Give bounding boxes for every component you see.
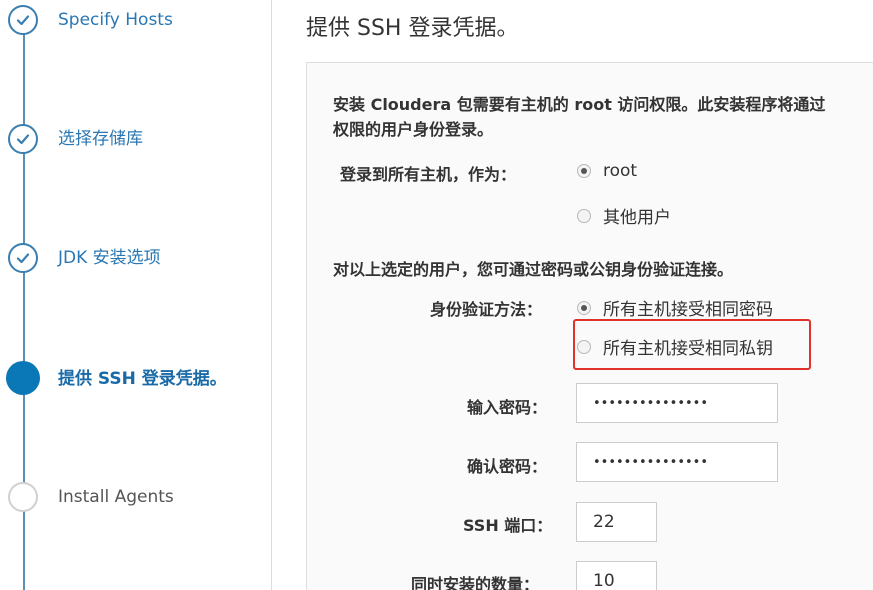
password-input[interactable]: ••••••••••••••• <box>576 383 778 423</box>
wizard-sidebar: Specify Hosts 选择存储库 JDK 安装选项 提供 SSH 登录凭据… <box>0 0 272 590</box>
simultaneous-installs-label: 同时安装的数量： <box>411 575 540 590</box>
radio-label: root <box>603 161 638 181</box>
intro-line: 安装 Cloudera 包需要有主机的 root 访问权限。此安装程序将通过 <box>333 95 826 114</box>
radio-unchecked-icon <box>577 208 591 223</box>
filled-circle-icon <box>6 361 40 395</box>
check-circle-icon <box>8 124 38 154</box>
wizard-step-label: 提供 SSH 登录凭据。 <box>58 369 227 389</box>
radio-label: 所有主机接受相同密码 <box>603 300 773 320</box>
radio-checked-icon <box>577 164 591 178</box>
radio-login-other-user[interactable]: 其他用户 <box>577 203 671 228</box>
login-as-label: 登录到所有主机，作为： <box>340 165 517 184</box>
check-circle-icon <box>8 5 38 35</box>
auth-note: 对以上选定的用户，您可通过密码或公钥身份验证连接。 <box>333 260 734 279</box>
confirm-password-input[interactable]: ••••••••••••••• <box>576 442 778 482</box>
ssh-port-input[interactable]: 22 <box>576 502 657 542</box>
ssh-port-label: SSH 端口： <box>463 516 553 535</box>
intro-line: 权限的用户身份登录。 <box>333 120 494 139</box>
wizard-step-label: JDK 安装选项 <box>58 248 161 268</box>
intro-text: 安装 Cloudera 包需要有主机的 root 访问权限。此安装程序将通过 权… <box>333 92 873 142</box>
simultaneous-installs-input[interactable]: 10 <box>576 561 657 590</box>
radio-checked-icon <box>577 300 591 315</box>
page-title: 提供 SSH 登录凭据。 <box>306 16 519 41</box>
radio-login-root[interactable]: root <box>577 161 637 181</box>
wizard-step-label: 选择存储库 <box>58 129 143 149</box>
password-label: 输入密码： <box>467 398 548 417</box>
empty-circle-icon <box>8 482 38 512</box>
radio-label: 其他用户 <box>603 208 671 228</box>
wizard-step-label: Install Agents <box>58 487 174 507</box>
auth-method-label: 身份验证方法： <box>430 300 543 319</box>
wizard-step-label: Specify Hosts <box>58 10 173 30</box>
radio-auth-same-password[interactable]: 所有主机接受相同密码 <box>577 295 773 320</box>
highlight-annotation-box <box>573 319 811 370</box>
confirm-password-label: 确认密码： <box>467 457 548 476</box>
page: Specify Hosts 选择存储库 JDK 安装选项 提供 SSH 登录凭据… <box>0 0 873 590</box>
check-circle-icon <box>8 243 38 273</box>
